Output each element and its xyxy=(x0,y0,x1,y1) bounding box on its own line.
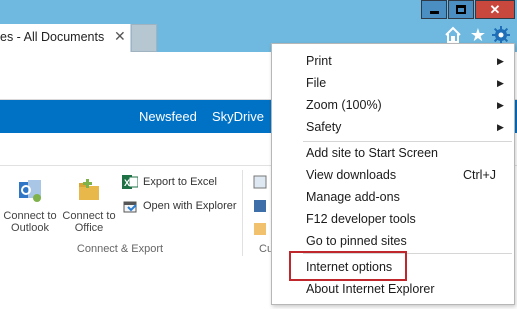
favorites-star-icon[interactable]: ★ xyxy=(469,26,487,44)
connect-to-outlook-button[interactable]: Connect to Outlook xyxy=(2,176,58,234)
tools-gear-icon[interactable] xyxy=(492,26,510,44)
home-icon[interactable] xyxy=(444,26,462,44)
maximize-button[interactable] xyxy=(448,0,474,19)
close-icon: ✕ xyxy=(489,1,501,17)
ribbon-group-label: Connect & Export xyxy=(76,243,164,255)
tools-dropdown-menu: Print ▶ File ▶ Zoom (100%) ▶ Safety ▶ Ad… xyxy=(271,43,515,305)
outlook-icon xyxy=(19,180,41,202)
open-with-explorer-button[interactable]: Open with Explorer xyxy=(122,198,237,214)
menu-item-add-site-to-start-screen[interactable]: Add site to Start Screen xyxy=(306,146,438,160)
browser-tab-active[interactable]: es - All Documents ✕ xyxy=(0,24,131,52)
connect-to-outlook-label: Connect to Outlook xyxy=(3,210,57,234)
export-to-excel-button[interactable]: X Export to Excel xyxy=(122,174,217,190)
menu-item-about-internet-explorer[interactable]: About Internet Explorer xyxy=(306,282,435,296)
connect-to-office-label: Connect to Office xyxy=(62,210,116,234)
explorer-icon xyxy=(123,201,137,213)
partial-ribbon-icon xyxy=(254,200,266,212)
menu-item-safety[interactable]: Safety xyxy=(306,120,341,134)
close-window-button[interactable]: ✕ xyxy=(475,0,515,19)
submenu-arrow-icon: ▶ xyxy=(497,78,504,88)
connect-to-office-button[interactable]: Connect to Office xyxy=(61,176,117,234)
tab-title: es - All Documents xyxy=(0,30,105,44)
minimize-button[interactable] xyxy=(421,0,447,19)
tab-close-icon[interactable]: ✕ xyxy=(114,28,126,45)
view-downloads-shortcut: Ctrl+J xyxy=(463,168,496,182)
office-folder-icon xyxy=(79,179,99,200)
menu-separator xyxy=(303,141,512,142)
menu-item-f12-developer-tools[interactable]: F12 developer tools xyxy=(306,212,416,226)
menu-item-zoom[interactable]: Zoom (100%) xyxy=(306,98,382,112)
new-tab-button[interactable] xyxy=(131,24,157,52)
partial-ribbon-icon xyxy=(254,223,266,235)
open-with-explorer-label: Open with Explorer xyxy=(143,200,237,212)
export-to-excel-label: Export to Excel xyxy=(143,176,217,188)
submenu-arrow-icon: ▶ xyxy=(497,100,504,110)
minimize-icon xyxy=(429,11,439,14)
menu-item-go-to-pinned-sites[interactable]: Go to pinned sites xyxy=(306,234,407,248)
svg-text:X: X xyxy=(124,178,130,188)
menu-item-file[interactable]: File xyxy=(306,76,326,90)
nav-link-skydrive[interactable]: SkyDrive xyxy=(212,109,264,124)
submenu-arrow-icon: ▶ xyxy=(497,56,504,66)
partial-ribbon-icon xyxy=(253,175,267,189)
nav-link-newsfeed[interactable]: Newsfeed xyxy=(139,109,197,124)
submenu-arrow-icon: ▶ xyxy=(497,122,504,132)
internet-options-highlight-box xyxy=(289,251,407,281)
menu-item-print[interactable]: Print xyxy=(306,54,332,68)
ribbon-group-divider xyxy=(242,170,243,256)
excel-icon: X xyxy=(122,175,138,189)
maximize-icon xyxy=(456,5,466,14)
menu-item-manage-add-ons[interactable]: Manage add-ons xyxy=(306,190,400,204)
menu-item-view-downloads[interactable]: View downloads xyxy=(306,168,396,182)
